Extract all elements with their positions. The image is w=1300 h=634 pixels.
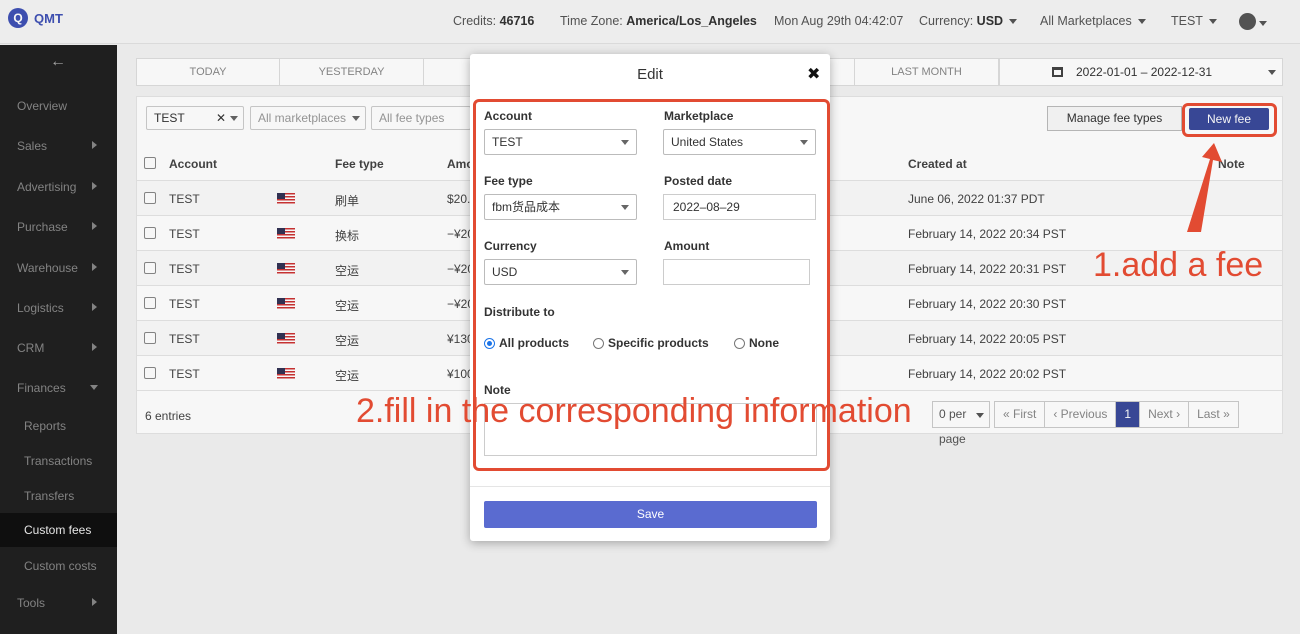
modal-divider: [470, 486, 830, 487]
annotation-step-2: 2.fill in the corresponding information: [356, 392, 912, 430]
new-fee-highlight-box: [1182, 103, 1277, 137]
annotation-arrow-icon: [1187, 143, 1222, 232]
modal-title: Edit: [637, 66, 663, 83]
annotation-step-1: 1.add a fee: [1093, 246, 1264, 284]
save-button[interactable]: Save: [484, 501, 817, 528]
close-icon[interactable]: ✖: [807, 64, 820, 84]
